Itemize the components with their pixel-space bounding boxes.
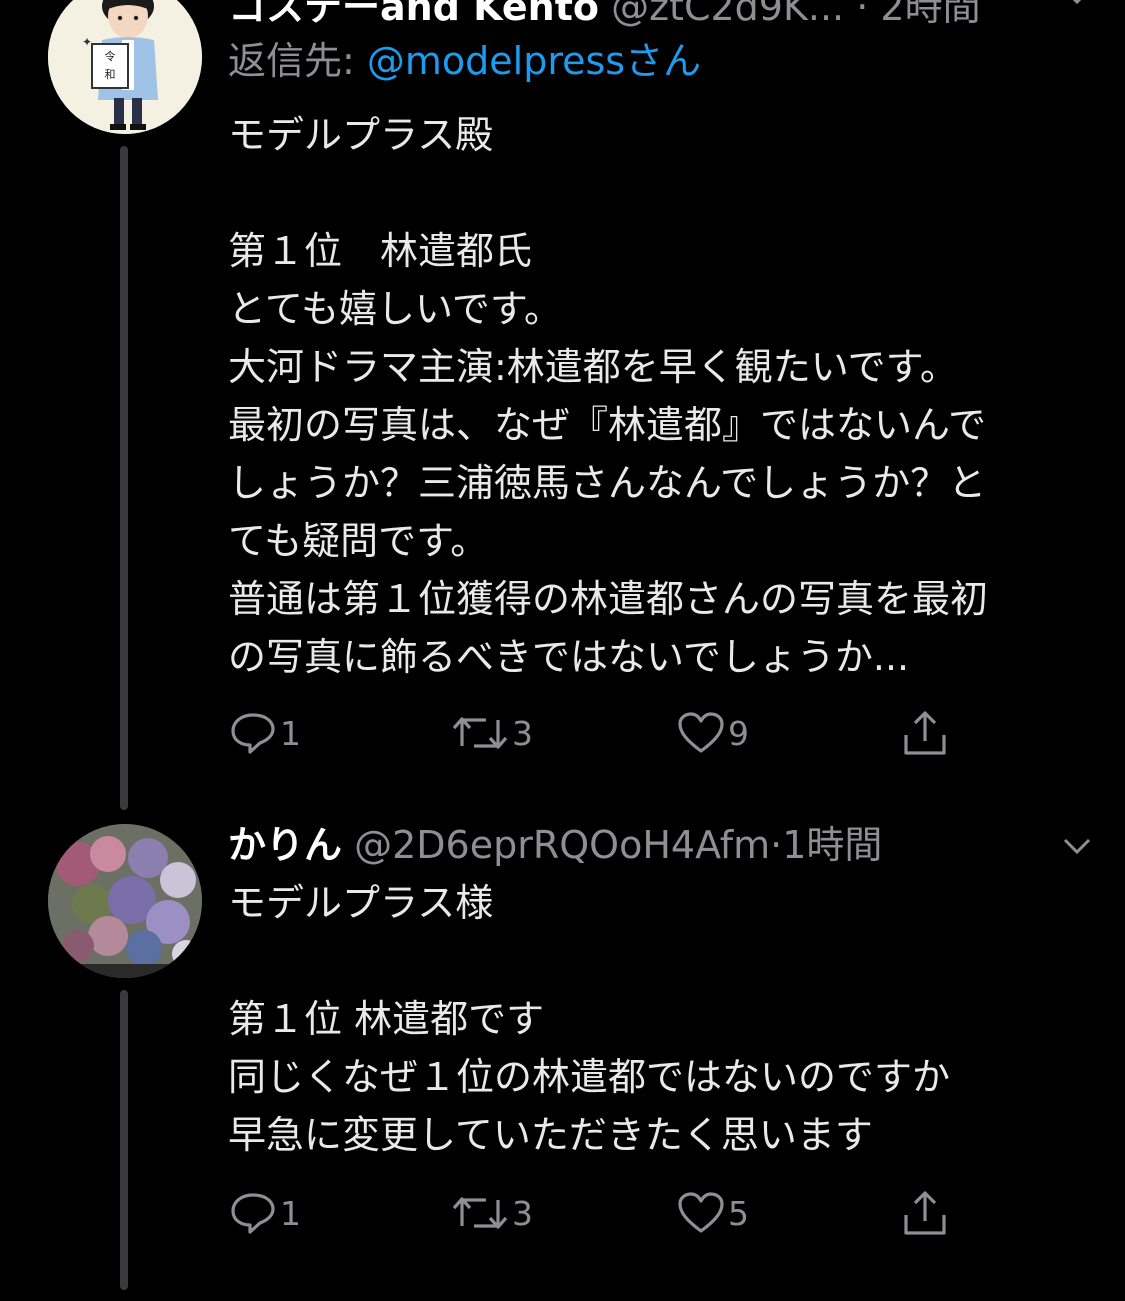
tweet-text-line: 同じくなぜ１位の林遣都ではないのですか: [228, 1055, 951, 1099]
tweet-text-line: モデルプラス様: [228, 881, 494, 925]
like-button[interactable]: 5: [676, 1187, 749, 1239]
thread-line: [120, 990, 128, 1290]
timestamp[interactable]: 1時間: [782, 823, 882, 867]
tweet-text-line: 第１位 林遣都です: [228, 997, 545, 1041]
retweet-button[interactable]: 3: [450, 1187, 533, 1239]
retweet-count: 3: [512, 1193, 533, 1233]
separator-dot: ·: [770, 823, 783, 867]
reply-icon: [228, 1190, 278, 1236]
like-count: 5: [728, 1193, 749, 1233]
tweet-2[interactable]: かりん @2D6eprRQOoH4Afm·1時間 モデルプラス様 第１位 林遣都…: [0, 0, 1125, 1301]
author-name[interactable]: かりん: [228, 823, 342, 867]
tweet-header: かりん @2D6eprRQOoH4Afm·1時間: [228, 820, 1095, 870]
chevron-down-icon[interactable]: [1059, 834, 1095, 862]
share-icon: [900, 1189, 950, 1237]
avatar[interactable]: [48, 824, 202, 978]
retweet-icon: [450, 1190, 510, 1236]
author-handle[interactable]: @2D6eprRQOoH4Afm: [354, 823, 770, 867]
reply-button[interactable]: 1: [228, 1187, 301, 1239]
like-icon: [676, 1190, 726, 1236]
share-button[interactable]: [900, 1187, 950, 1239]
tweet-actions: 1 3 5: [228, 1187, 968, 1239]
reply-count: 1: [280, 1193, 301, 1233]
tweet-text-line: 早急に変更していただきたく思います: [228, 1113, 873, 1157]
avatar-flowers: [48, 824, 202, 978]
